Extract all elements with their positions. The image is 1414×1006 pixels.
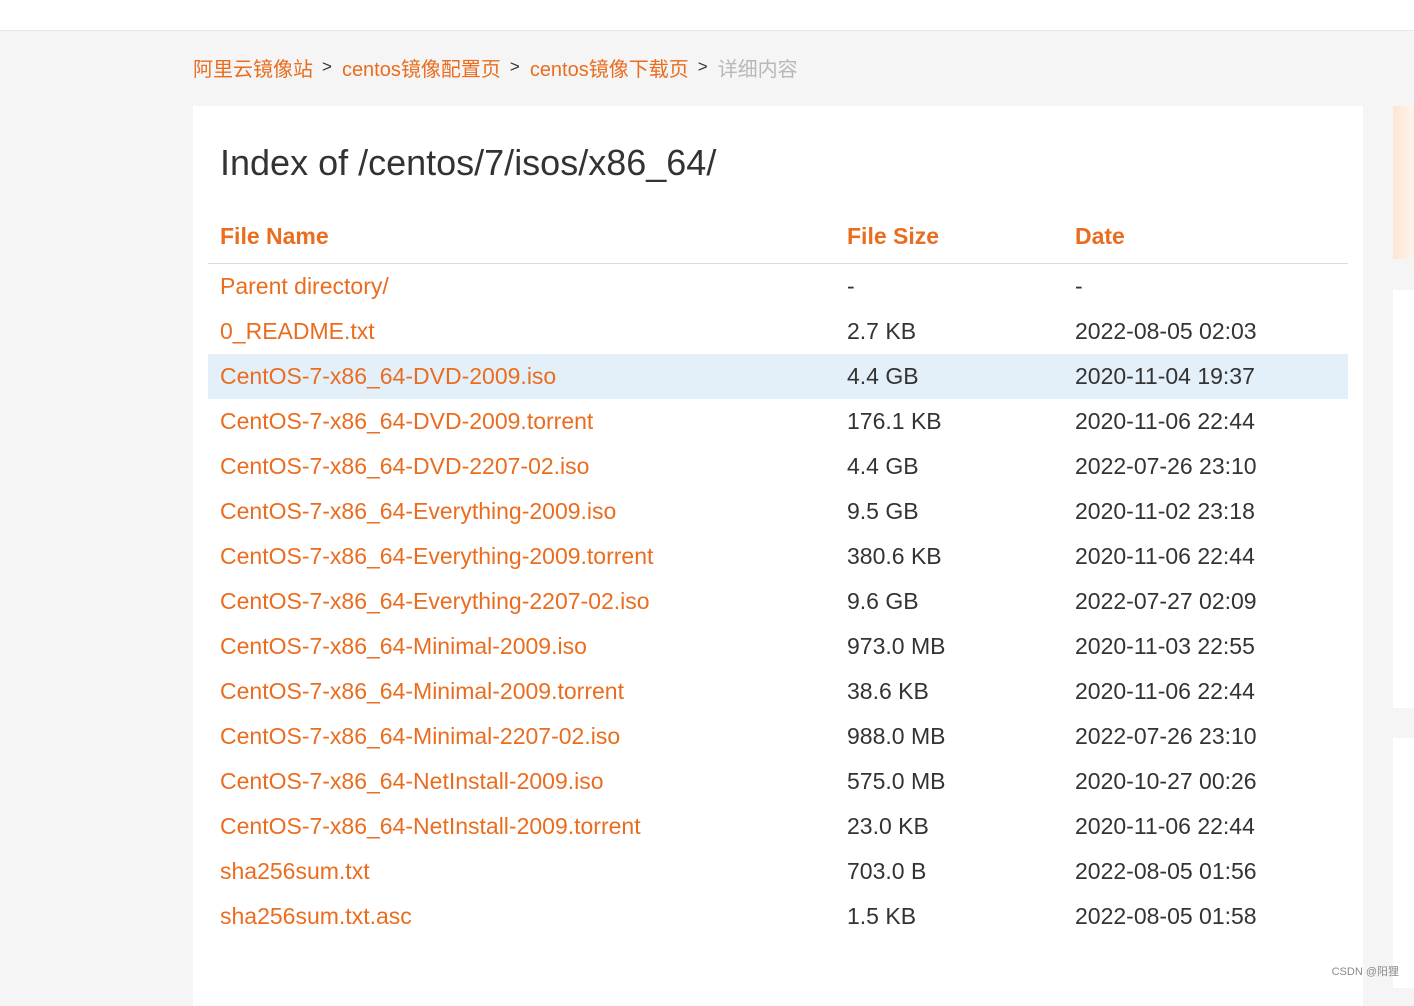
file-link[interactable]: CentOS-7-x86_64-Everything-2207-02.iso (220, 588, 650, 614)
table-row[interactable]: CentOS-7-x86_64-Everything-2207-02.iso 9.… (208, 579, 1348, 624)
file-name-cell: sha256sum.txt.asc (220, 894, 412, 939)
file-name-cell: 0_README.txt (220, 309, 375, 354)
column-header-file-name[interactable]: File Name (220, 223, 329, 250)
file-date-cell: 2020-10-27 00:26 (1075, 768, 1257, 794)
file-date-cell: 2022-07-26 23:10 (1075, 453, 1257, 479)
column-header-date[interactable]: Date (1075, 223, 1125, 250)
file-size-cell: 703.0 B (847, 858, 927, 884)
table-row[interactable]: sha256sum.txt 703.0 B 2022-08-05 01:56 (208, 849, 1348, 894)
file-size-cell: - (847, 273, 855, 299)
file-size-cell: 1.5 KB (847, 903, 917, 929)
file-date-cell: 2020-11-03 22:55 (1075, 633, 1255, 659)
file-size-cell: 575.0 MB (847, 768, 946, 794)
file-date-cell: 2020-11-06 22:44 (1075, 543, 1255, 569)
file-date-cell: 2022-08-05 01:56 (1075, 858, 1257, 884)
table-row[interactable]: CentOS-7-x86_64-DVD-2207-02.iso 4.4 GB 202… (208, 444, 1348, 489)
file-link[interactable]: sha256sum.txt (220, 858, 370, 884)
table-row[interactable]: Parent directory/ - - (208, 264, 1348, 309)
file-name-cell: CentOS-7-x86_64-DVD-2207-02.iso (220, 444, 589, 489)
file-date-cell: 2022-08-05 01:58 (1075, 903, 1257, 929)
file-name-cell: CentOS-7-x86_64-NetInstall-2009.iso (220, 759, 604, 804)
breadcrumb-link-centos-download[interactable]: centos镜像下载页 (530, 53, 689, 82)
file-name-cell: CentOS-7-x86_64-Minimal-2009.iso (220, 624, 587, 669)
table-row[interactable]: CentOS-7-x86_64-DVD-2009.iso 4.4 GB 2020-1… (208, 354, 1348, 399)
breadcrumb-separator: > (509, 57, 520, 76)
file-size-cell: 23.0 KB (847, 813, 929, 839)
breadcrumb-separator: > (697, 57, 708, 76)
file-date-cell: 2020-11-02 23:18 (1075, 498, 1255, 524)
file-size-cell: 9.6 GB (847, 588, 919, 614)
file-link[interactable]: CentOS-7-x86_64-Minimal-2009.iso (220, 633, 587, 659)
file-name-cell: CentOS-7-x86_64-Everything-2207-02.iso (220, 579, 650, 624)
file-link[interactable]: CentOS-7-x86_64-DVD-2009.torrent (220, 408, 593, 434)
file-date-cell: 2022-07-26 23:10 (1075, 723, 1257, 749)
table-header: File Name File Size Date (208, 214, 1348, 264)
file-link[interactable]: CentOS-7-x86_64-DVD-2009.iso (220, 363, 556, 389)
file-link[interactable]: CentOS-7-x86_64-Minimal-2207-02.iso (220, 723, 620, 749)
side-panel (1393, 290, 1414, 708)
table-row[interactable]: CentOS-7-x86_64-NetInstall-2009.iso 575.0… (208, 759, 1348, 804)
table-row[interactable]: CentOS-7-x86_64-Everything-2009.iso 9.5 G… (208, 489, 1348, 534)
file-link[interactable]: CentOS-7-x86_64-NetInstall-2009.torrent (220, 813, 641, 839)
breadcrumb-link-aliyun-mirror[interactable]: 阿里云镜像站 (193, 53, 313, 82)
file-date-cell: 2020-11-06 22:44 (1075, 813, 1255, 839)
table-row[interactable]: CentOS-7-x86_64-Minimal-2009.iso 973.0 MB… (208, 624, 1348, 669)
file-link[interactable]: CentOS-7-x86_64-DVD-2207-02.iso (220, 453, 589, 479)
file-link[interactable]: Parent directory/ (220, 273, 389, 299)
file-date-cell: - (1075, 273, 1083, 299)
table-row[interactable]: CentOS-7-x86_64-Minimal-2009.torrent 38.6… (208, 669, 1348, 714)
top-bar (0, 0, 1414, 31)
file-name-cell: CentOS-7-x86_64-Minimal-2009.torrent (220, 669, 624, 714)
file-size-cell: 4.4 GB (847, 453, 919, 479)
breadcrumb-separator: > (322, 57, 332, 76)
column-header-file-size[interactable]: File Size (847, 223, 939, 250)
side-panel (1393, 738, 1414, 988)
file-size-cell: 973.0 MB (847, 633, 946, 659)
watermark: CSDN @阳狸 (1331, 966, 1399, 978)
file-date-cell: 2022-07-27 02:09 (1075, 588, 1257, 614)
table-row[interactable]: CentOS-7-x86_64-DVD-2009.torrent 176.1 KB… (208, 399, 1348, 444)
file-size-cell: 2.7 KB (847, 318, 917, 344)
table-row[interactable]: 0_README.txt 2.7 KB 2022-08-05 02:03 (208, 309, 1348, 354)
file-size-cell: 176.1 KB (847, 408, 942, 434)
breadcrumb: 阿里云镜像站 > centos镜像配置页 > centos镜像下载页 > 详细内… (193, 53, 798, 81)
table-row[interactable]: CentOS-7-x86_64-Minimal-2207-02.iso 988.0… (208, 714, 1348, 759)
file-name-cell: CentOS-7-x86_64-Minimal-2207-02.iso (220, 714, 620, 759)
file-date-cell: 2020-11-06 22:44 (1075, 408, 1255, 434)
file-date-cell: 2020-11-04 19:37 (1075, 363, 1255, 389)
table-row[interactable]: CentOS-7-x86_64-Everything-2009.torrent 3… (208, 534, 1348, 579)
breadcrumb-current: 详细内容 (717, 58, 798, 81)
breadcrumb-link-centos-config[interactable]: centos镜像配置页 (342, 53, 501, 82)
file-date-cell: 2022-08-05 02:03 (1075, 318, 1257, 344)
file-size-cell: 38.6 KB (847, 678, 929, 704)
side-banner (1393, 106, 1414, 259)
file-size-cell: 988.0 MB (847, 723, 946, 749)
file-link[interactable]: sha256sum.txt.asc (220, 903, 412, 929)
file-link[interactable]: CentOS-7-x86_64-Minimal-2009.torrent (220, 678, 624, 704)
file-name-cell: CentOS-7-x86_64-Everything-2009.iso (220, 489, 616, 534)
table-row[interactable]: sha256sum.txt.asc 1.5 KB 2022-08-05 01:58 (208, 894, 1348, 939)
file-name-cell: CentOS-7-x86_64-DVD-2009.torrent (220, 399, 593, 444)
file-size-cell: 9.5 GB (847, 498, 919, 524)
page-title: Index of /centos/7/isos/x86_64/ (220, 142, 717, 183)
file-date-cell: 2020-11-06 22:44 (1075, 678, 1255, 704)
table-body: Parent directory/ - - 0_README.txt 2.7 KB 202… (208, 264, 1348, 939)
file-link[interactable]: CentOS-7-x86_64-Everything-2009.torrent (220, 543, 653, 569)
file-size-cell: 380.6 KB (847, 543, 942, 569)
file-name-cell: CentOS-7-x86_64-NetInstall-2009.torrent (220, 804, 641, 849)
table-row[interactable]: CentOS-7-x86_64-NetInstall-2009.torrent 2… (208, 804, 1348, 849)
file-name-cell: sha256sum.txt (220, 849, 370, 894)
file-size-cell: 4.4 GB (847, 363, 919, 389)
file-name-cell: Parent directory/ (220, 264, 389, 309)
file-link[interactable]: CentOS-7-x86_64-Everything-2009.iso (220, 498, 616, 524)
file-link[interactable]: CentOS-7-x86_64-NetInstall-2009.iso (220, 768, 604, 794)
listing-panel: Index of /centos/7/isos/x86_64/ File Nam… (193, 106, 1363, 1006)
file-name-cell: CentOS-7-x86_64-Everything-2009.torrent (220, 534, 653, 579)
file-link[interactable]: 0_README.txt (220, 318, 375, 344)
file-table: File Name File Size Date Parent director… (208, 214, 1348, 939)
file-name-cell: CentOS-7-x86_64-DVD-2009.iso (220, 354, 556, 399)
